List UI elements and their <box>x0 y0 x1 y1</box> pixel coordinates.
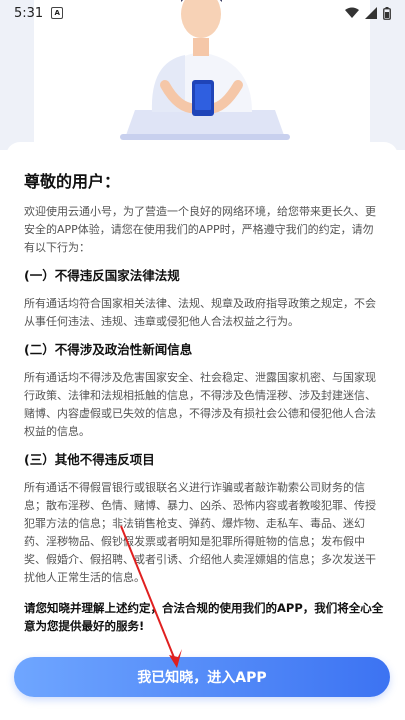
status-time: 5:31 <box>14 5 44 21</box>
status-bar: 5:31 A <box>0 0 405 26</box>
notification-icon: A <box>51 7 64 19</box>
cellular-icon <box>365 7 377 19</box>
section-heading-1: (一）不得违反国家法律法规 <box>24 268 180 283</box>
section-body-1: 所有通话均符合国家相关法律、法规、规章及政府指导政策之规定，不会从事任何违法、违… <box>24 297 376 328</box>
agreement-text: 请您知晓并理解上述约定，合法合规的使用我们的APP，我们将全心全意为您提供最好的… <box>24 601 384 633</box>
section-heading-2: (二）不得涉及政治性新闻信息 <box>24 342 193 357</box>
enter-app-button[interactable]: 我已知晓，进入APP <box>14 657 390 697</box>
notice-content: 欢迎使用云通小号，为了营造一个良好的网络环境，给您带来更长久、更安全的APP体验… <box>24 203 384 635</box>
notice-intro: 欢迎使用云通小号，为了营造一个良好的网络环境，给您带来更长久、更安全的APP体验… <box>24 205 376 254</box>
wifi-icon <box>345 7 359 18</box>
battery-icon <box>383 6 391 20</box>
section-body-3: 所有通话不得假冒银行或银联名义进行诈骗或者敲诈勒索公司财务的信息；散布淫秽、色情… <box>24 481 376 584</box>
notice-title: 尊敬的用户： <box>24 172 121 191</box>
section-heading-3: (三）其他不得违反项目 <box>24 452 155 467</box>
section-body-2: 所有通话均不得涉及危害国家安全、社会稳定、泄露国家机密、与国家现行政策、法律和法… <box>24 371 376 438</box>
